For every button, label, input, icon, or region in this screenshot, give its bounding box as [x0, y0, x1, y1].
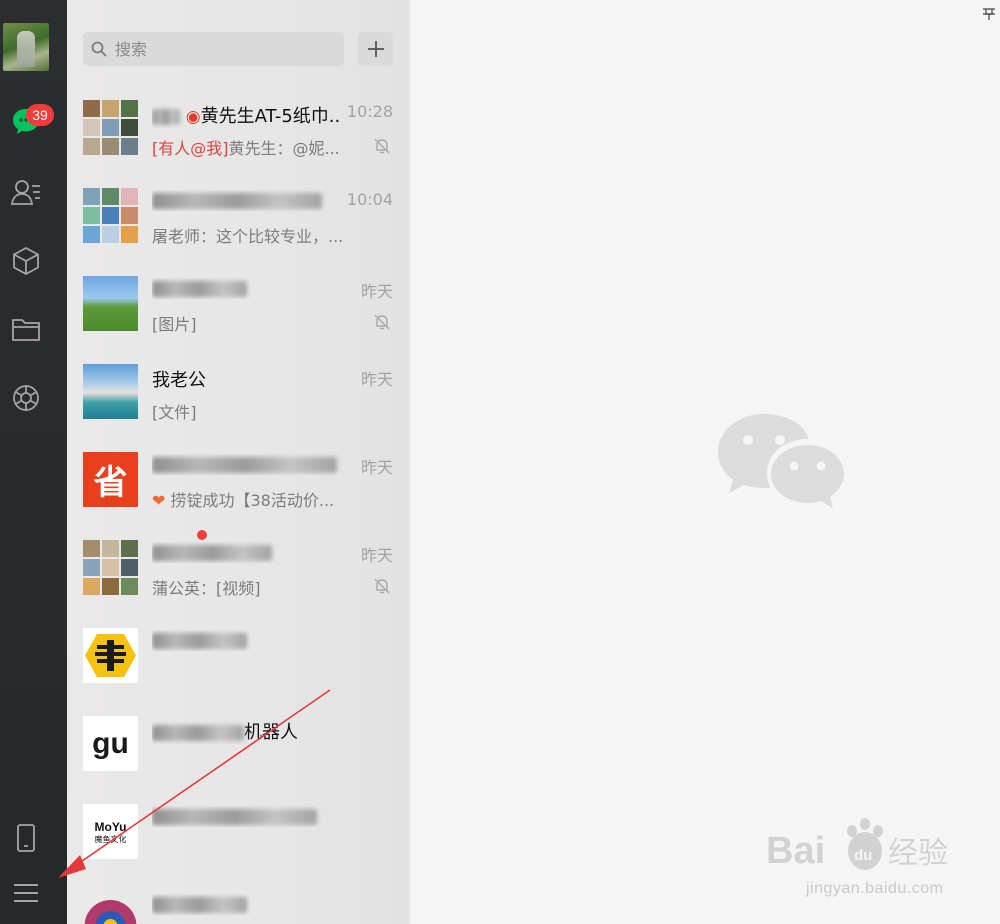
chat-item[interactable]: [图片] 昨天 [67, 258, 410, 346]
chat-time: 昨天 [360, 282, 393, 301]
chat-item[interactable]: 屠老师：这个比较专业，... 10:04 [67, 170, 410, 258]
svg-text:经验: 经验 [888, 836, 948, 871]
chat-item[interactable]: 我老公 [文件] 昨天 [67, 346, 410, 434]
moments-icon[interactable] [8, 380, 44, 416]
plus-icon [367, 41, 384, 57]
svg-text:Bai: Bai [766, 830, 825, 872]
brand-avatar: gu [83, 716, 138, 771]
chat-time: 10:04 [346, 190, 393, 209]
baidu-paw-logo: Bai du 经验 [766, 818, 948, 872]
contacts-icon[interactable] [8, 174, 44, 210]
nav-rail: 39 [0, 0, 67, 924]
phone-icon[interactable] [8, 820, 44, 856]
chat-item[interactable]: 省 ❤ 捞锭成功【38活动价... 昨天 [67, 434, 410, 522]
contact-avatar [83, 364, 138, 419]
unread-badge: 39 [26, 104, 54, 126]
chat-name [152, 806, 342, 827]
chat-name [152, 454, 342, 475]
chat-preview: 屠老师：这个比较专业，... [152, 227, 344, 246]
chat-preview: ❤ 捞锭成功【38活动价... [152, 491, 335, 510]
chat-name: ◉黄先生AT-5纸巾... [152, 102, 342, 128]
chat-content-area: Bai du 经验 jingyan.baidu.com [410, 0, 1000, 924]
chat-name [152, 894, 342, 915]
contact-avatar [83, 276, 138, 331]
mute-icon [374, 314, 390, 330]
chat-time: 10:28 [346, 102, 393, 121]
search-box[interactable] [83, 32, 344, 66]
chat-time: 昨天 [360, 370, 393, 389]
chat-item[interactable]: ◉黄先生AT-5纸巾... [有人@我]黄先生：@妮... 10:28 [67, 82, 410, 170]
avatar[interactable] [3, 23, 49, 71]
baidu-watermark: Bai du 经验 jingyan.baidu.com [766, 813, 966, 897]
chat-name [152, 190, 342, 211]
mute-icon [374, 578, 390, 594]
search-icon [91, 41, 107, 57]
chat-time: 昨天 [360, 458, 393, 477]
chat-item[interactable]: 蒲公英：[视频] 昨天 [67, 522, 410, 610]
svg-text:du: du [854, 847, 872, 864]
chat-preview: [文件] [152, 403, 197, 422]
chat-list-panel: ◉黄先生AT-5纸巾... [有人@我]黄先生：@妮... 10:28 屠老师：… [67, 0, 410, 924]
watermark-url: jingyan.baidu.com [806, 880, 944, 897]
brand-avatar [83, 628, 138, 683]
chat-preview: [图片] [152, 315, 197, 334]
search-input[interactable] [113, 38, 337, 60]
chat-preview: [有人@我]黄先生：@妮... [152, 139, 340, 158]
chat-name [152, 278, 342, 299]
chat-name [152, 542, 342, 563]
favorites-icon[interactable] [8, 243, 44, 279]
wechat-logo-icon [718, 414, 844, 508]
chat-item[interactable] [67, 610, 410, 698]
unread-dot [197, 530, 207, 540]
group-avatar [83, 100, 138, 155]
chat-item[interactable] [67, 874, 410, 924]
group-avatar [83, 540, 138, 595]
brand-avatar: MoYu 魔鱼文化 [83, 804, 138, 859]
heart-icon: ❤ [152, 491, 171, 510]
group-avatar [83, 188, 138, 243]
files-icon[interactable] [8, 311, 44, 347]
chat-item[interactable]: gu 机器人 [67, 698, 410, 786]
menu-icon[interactable] [8, 875, 44, 911]
brand-avatar: 省 [83, 452, 138, 507]
chat-item[interactable]: MoYu 魔鱼文化 [67, 786, 410, 874]
chat-preview: 蒲公英：[视频] [152, 579, 261, 598]
chat-name [152, 630, 342, 651]
chat-name: 机器人 [152, 718, 342, 744]
add-chat-button[interactable] [358, 32, 393, 66]
chat-time: 昨天 [360, 546, 393, 565]
brand-avatar [83, 892, 138, 924]
chat-name: 我老公 [152, 370, 206, 391]
mute-icon [374, 138, 390, 154]
pin-icon[interactable] [982, 6, 996, 25]
